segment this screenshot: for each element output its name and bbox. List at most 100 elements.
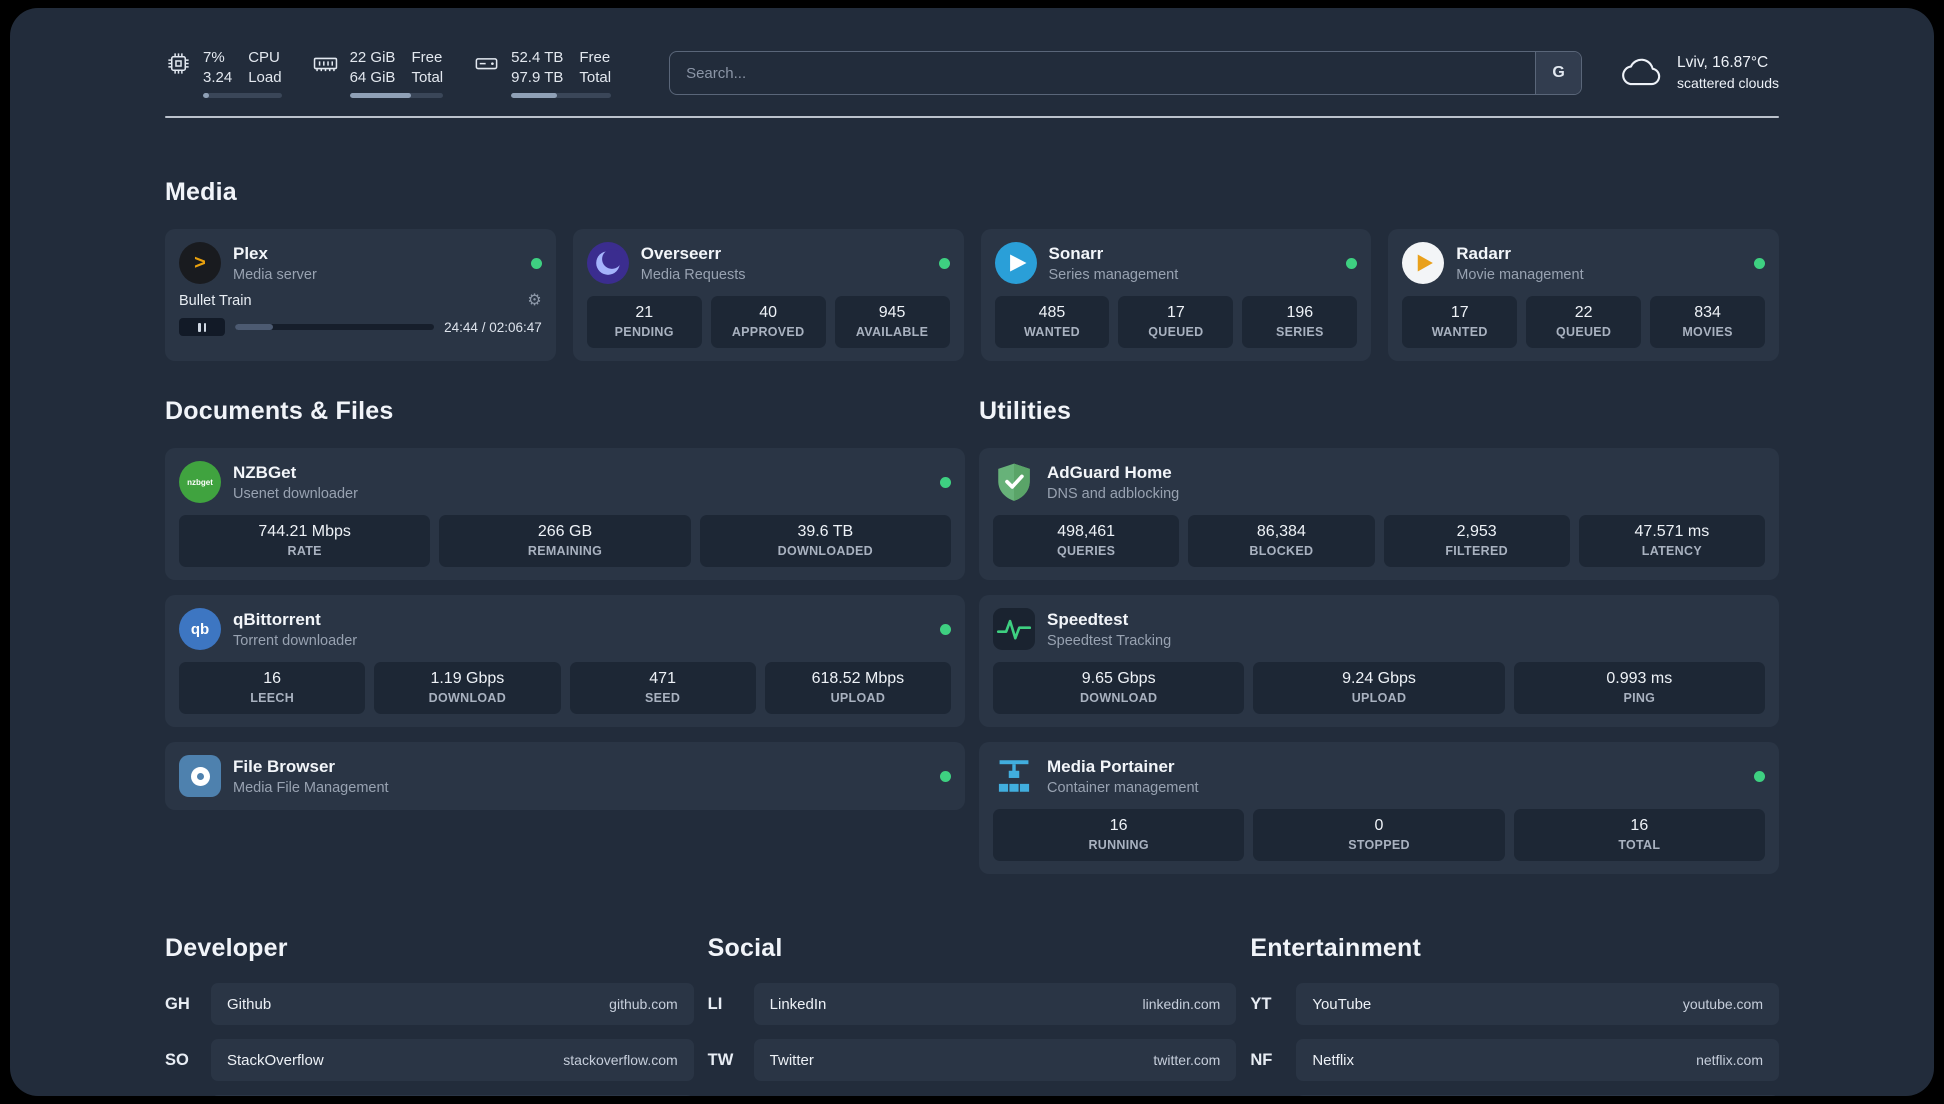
bookmark-abbr: TW xyxy=(707,1050,734,1069)
section-utilities: Utilities AdGuard Home DNS and adblockin… xyxy=(979,397,1779,874)
bookmark-name: Github xyxy=(227,995,272,1013)
app-card-radarr[interactable]: Radarr Movie management 17 WANTED 22 QUE… xyxy=(1388,229,1779,361)
bookmark-linkedin[interactable]: LI LinkedIn linkedin.com xyxy=(708,983,1237,1025)
stat-ping: 0.993 ms PING xyxy=(1513,662,1765,714)
app-name: qBittorrent xyxy=(233,609,321,629)
bookmark-domain: linkedin.com xyxy=(1142,996,1221,1012)
playback-progress-fill xyxy=(235,324,273,330)
bookmark-youtube[interactable]: YT YouTube youtube.com xyxy=(1250,983,1779,1025)
stat-seed: 471 SEED xyxy=(569,662,756,714)
app-subtitle: Torrent downloader xyxy=(233,632,358,649)
adguard-shield-icon xyxy=(993,461,1035,503)
app-card-speedtest[interactable]: Speedtest Speedtest Tracking 9.65 Gbps D… xyxy=(979,595,1779,727)
stat-running: 16 RUNNING xyxy=(993,809,1245,861)
top-bar: 7% 3.24 CPU Load 22 GiB 64 GiB Free Tota… xyxy=(165,8,1779,98)
bookmark-dev[interactable]: DT DEV dev.to xyxy=(165,1095,694,1096)
cpu-icon xyxy=(165,50,192,77)
disk-total-label: Total xyxy=(579,68,612,86)
status-dot xyxy=(940,476,951,488)
stat-downloaded: 39.6 TB DOWNLOADED xyxy=(699,515,951,567)
bookmark-twitter[interactable]: TW Twitter twitter.com xyxy=(708,1039,1237,1081)
bookmark-abbr: YT xyxy=(1250,994,1272,1013)
bookmark-reddit[interactable]: RE Reddit reddit.com xyxy=(1250,1095,1779,1096)
stat-movies: 834 MOVIES xyxy=(1650,296,1766,348)
bookmark-name: YouTube xyxy=(1312,995,1372,1013)
cpu-progress-track xyxy=(203,93,282,98)
speedtest-icon xyxy=(993,608,1035,650)
bookmark-abbr: SO xyxy=(165,1050,189,1069)
app-card-filebrowser[interactable]: File Browser Media File Management xyxy=(165,742,965,810)
app-card-nzbget[interactable]: nzbget NZBGet Usenet downloader 744.21 M… xyxy=(165,448,965,580)
app-name: Speedtest xyxy=(1047,609,1129,629)
app-name: Radarr xyxy=(1456,243,1512,263)
pause-button[interactable] xyxy=(179,318,225,336)
app-card-portainer[interactable]: Media Portainer Container management 16 … xyxy=(979,742,1779,874)
app-card-overseerr[interactable]: Overseerr Media Requests 21 PENDING 40 A… xyxy=(572,229,964,361)
stat-wanted: 17 WANTED xyxy=(1402,296,1518,348)
app-subtitle: Speedtest Tracking xyxy=(1047,632,1172,649)
stat-latency: 47.571 ms LATENCY xyxy=(1578,515,1765,567)
plex-icon: > xyxy=(179,242,221,284)
section-media: Media > Plex Media server Bullet Train ⚙ xyxy=(165,178,1779,361)
memory-icon xyxy=(312,50,339,77)
status-dot xyxy=(940,623,951,635)
weather-location: Lviv, 16.87°C xyxy=(1677,54,1769,72)
app-subtitle: Movie management xyxy=(1456,266,1584,283)
app-subtitle: Media File Management xyxy=(233,779,389,796)
status-dot xyxy=(530,257,542,269)
stat-queries: 498,461 QUERIES xyxy=(993,515,1180,567)
app-card-adguard[interactable]: AdGuard Home DNS and adblocking 498,461 … xyxy=(979,448,1779,580)
cpu-load-label: Load xyxy=(248,68,282,86)
bookmark-name: Twitter xyxy=(769,1051,814,1069)
section-title-media: Media xyxy=(165,178,237,206)
bookmark-name: LinkedIn xyxy=(769,995,827,1013)
qbittorrent-icon: qb xyxy=(179,608,221,650)
sonarr-icon xyxy=(994,242,1037,284)
section-title-developer: Developer xyxy=(165,934,288,962)
search-input[interactable] xyxy=(670,52,1536,94)
stat-upload: 9.24 Gbps UPLOAD xyxy=(1253,662,1505,714)
cpu-widget: 7% 3.24 CPU Load xyxy=(165,48,282,98)
section-documents: Documents & Files nzbget NZBGet Usenet d… xyxy=(165,397,965,810)
bookmark-abbr: NF xyxy=(1250,1050,1273,1069)
bookmarks-developer: Developer GH Github github.com SO StackO… xyxy=(165,934,694,1096)
memory-progress-fill xyxy=(349,93,412,98)
app-card-qbittorrent[interactable]: qb qBittorrent Torrent downloader 16 LEE… xyxy=(165,595,965,727)
stat-download: 1.19 Gbps DOWNLOAD xyxy=(374,662,561,714)
memory-free-value: 22 GiB xyxy=(349,49,396,66)
status-dot xyxy=(1754,257,1765,269)
settings-gear-icon[interactable]: ⚙ xyxy=(527,293,541,309)
playback-progress-track[interactable] xyxy=(235,324,435,330)
now-playing-title: Bullet Train xyxy=(179,293,252,309)
section-title-utilities: Utilities xyxy=(979,397,1072,425)
stat-approved: 40 APPROVED xyxy=(710,296,826,348)
app-name: Media Portainer xyxy=(1047,756,1175,776)
disk-icon xyxy=(473,50,500,77)
disk-progress-track xyxy=(511,93,612,98)
disk-total-value: 97.9 TB xyxy=(511,68,564,86)
app-card-sonarr[interactable]: Sonarr Series management 485 WANTED 17 Q… xyxy=(980,229,1372,361)
stat-remaining: 266 GB REMAINING xyxy=(439,515,691,567)
app-name: NZBGet xyxy=(233,462,297,482)
playback-time: 24:44 / 02:06:47 xyxy=(444,319,542,335)
bookmarks-entertainment: Entertainment YT YouTube youtube.com NF … xyxy=(1250,934,1779,1096)
overseerr-icon xyxy=(586,242,629,284)
app-subtitle: Container management xyxy=(1047,779,1199,796)
bookmark-stackoverflow[interactable]: SO StackOverflow stackoverflow.com xyxy=(165,1039,694,1081)
bookmark-netflix[interactable]: NF Netflix netflix.com xyxy=(1250,1039,1779,1081)
stat-blocked: 86,384 BLOCKED xyxy=(1188,515,1375,567)
search-provider-button[interactable]: G xyxy=(1535,52,1582,94)
app-card-plex[interactable]: > Plex Media server Bullet Train ⚙ 24:44… xyxy=(165,229,556,361)
stat-upload: 618.52 Mbps UPLOAD xyxy=(764,662,951,714)
filebrowser-icon xyxy=(179,755,221,797)
disk-free-value: 52.4 TB xyxy=(511,49,564,66)
memory-total-label: Total xyxy=(411,68,444,86)
status-dot xyxy=(940,770,951,782)
stat-series: 196 SERIES xyxy=(1242,296,1358,348)
bookmark-name: StackOverflow xyxy=(227,1051,324,1069)
bookmark-github[interactable]: GH Github github.com xyxy=(165,983,694,1025)
app-name: Plex xyxy=(233,243,268,263)
now-playing-widget: Bullet Train ⚙ 24:44 / 02:06:47 xyxy=(179,293,542,336)
stat-pending: 21 PENDING xyxy=(586,296,702,348)
cpu-label: CPU xyxy=(248,49,280,66)
